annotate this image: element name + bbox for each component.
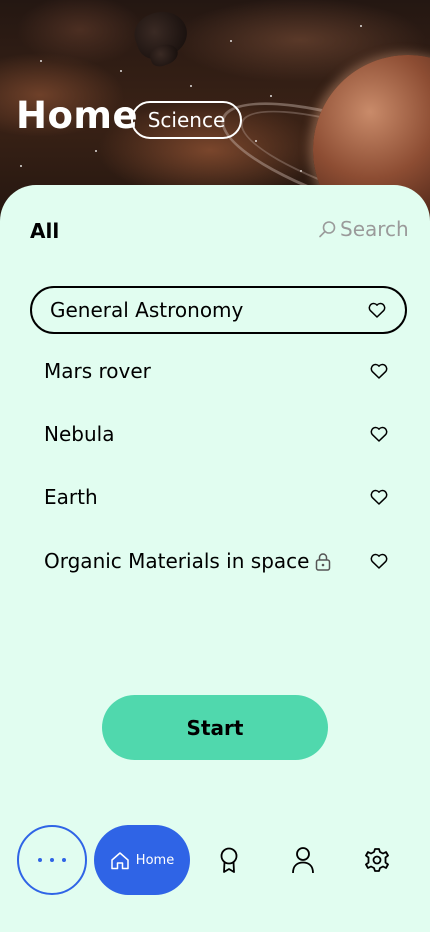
topic-label: Mars rover [44, 359, 151, 383]
topic-label: Nebula [44, 422, 115, 446]
more-icon [38, 858, 66, 862]
nav-home-label: Home [135, 852, 175, 868]
category-chip[interactable]: Science [131, 101, 242, 139]
start-button[interactable]: Start [102, 695, 328, 760]
lock-icon [315, 552, 331, 571]
topic-label: Earth [44, 485, 98, 509]
heart-icon[interactable] [370, 553, 388, 569]
topic-item-general-astronomy[interactable]: General Astronomy [30, 286, 407, 334]
more-button[interactable] [17, 825, 87, 895]
heart-icon[interactable] [370, 426, 388, 442]
topic-label: Organic Materials in space [44, 549, 310, 573]
nav-home-button[interactable]: Home [94, 825, 190, 895]
search-icon [319, 220, 336, 237]
topic-label: General Astronomy [50, 298, 244, 322]
home-icon [111, 851, 129, 869]
topic-item-nebula[interactable]: Nebula [30, 410, 407, 458]
heart-icon[interactable] [370, 363, 388, 379]
topic-item-organic-materials[interactable]: Organic Materials in space [30, 537, 407, 585]
content-sheet: All Search General Astronomy Mars rover … [0, 185, 430, 932]
page-title: Home [16, 94, 139, 137]
heart-icon[interactable] [368, 302, 386, 318]
topic-item-earth[interactable]: Earth [30, 473, 407, 521]
filter-all-tab[interactable]: All [30, 219, 59, 243]
search-button[interactable]: Search [318, 217, 409, 241]
search-label: Search [340, 217, 409, 241]
award-icon[interactable] [216, 846, 242, 874]
settings-icon[interactable] [364, 846, 390, 874]
heart-icon[interactable] [370, 489, 388, 505]
profile-icon[interactable] [290, 846, 316, 874]
topic-item-mars-rover[interactable]: Mars rover [30, 347, 407, 395]
